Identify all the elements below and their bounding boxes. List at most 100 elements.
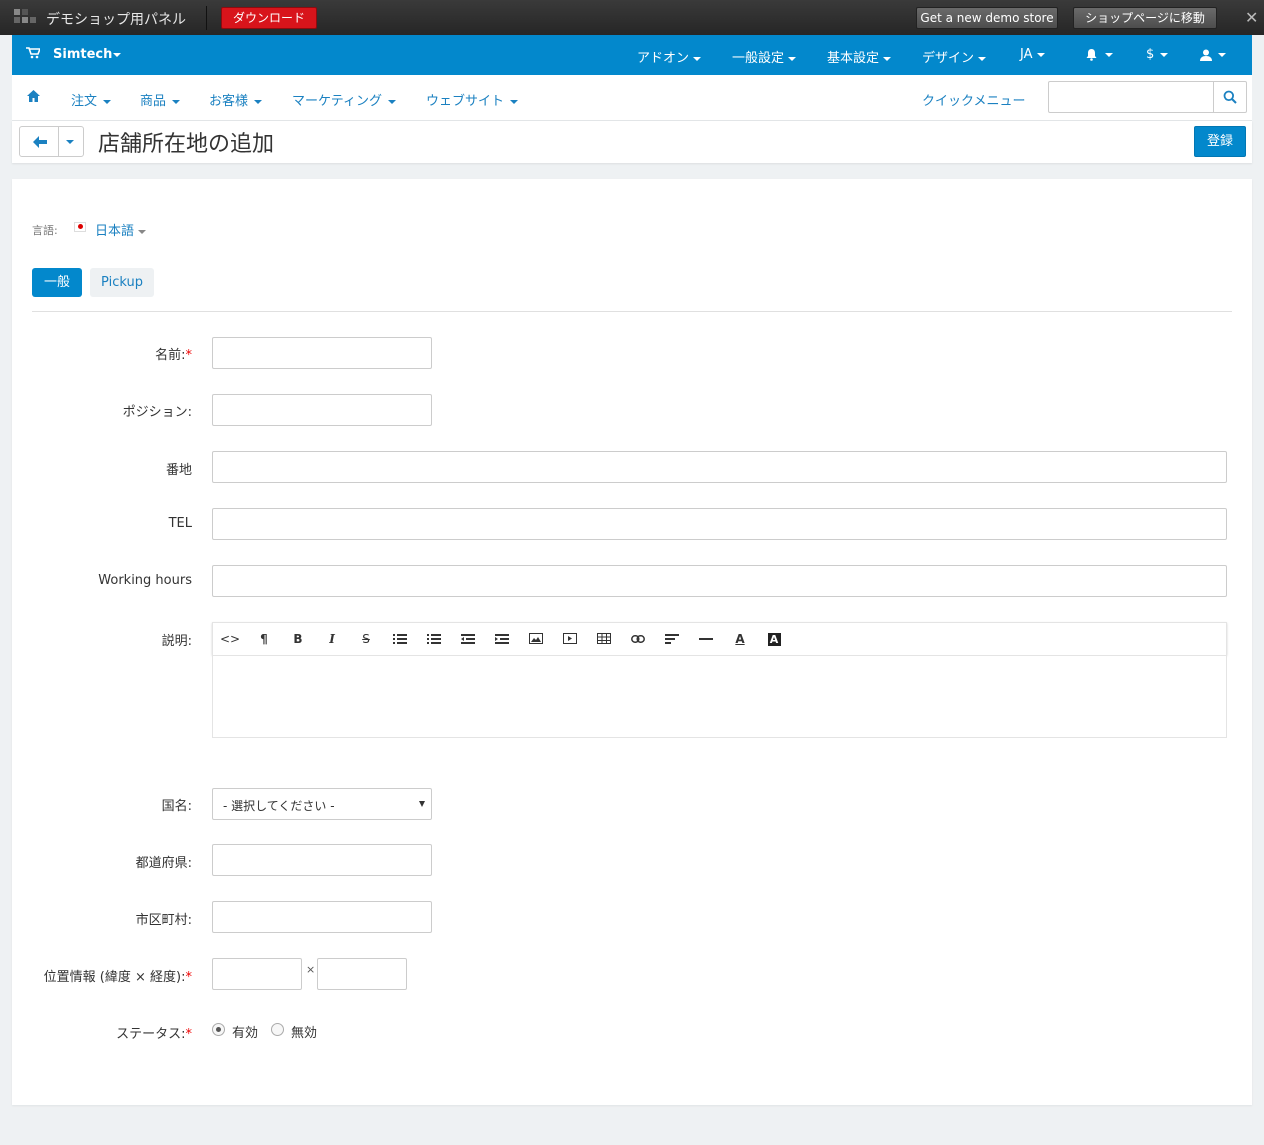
store-name: Simtech	[53, 47, 113, 62]
menu-website[interactable]: ウェブサイト	[426, 90, 519, 109]
goto-storefront-button[interactable]: ショップページに移動	[1073, 7, 1217, 29]
chevron-down-icon	[1218, 52, 1226, 57]
top-nav: Simtech アドオン 一般設定 基本設定 デザイン JA $	[12, 35, 1252, 75]
content-panel: 言語: 日本語 一般 Pickup 名前:* ポジション: 番地 TEL Wor…	[12, 179, 1252, 1105]
position-input[interactable]	[212, 394, 432, 426]
save-button[interactable]: 登録	[1194, 126, 1246, 157]
chevron-down-icon	[387, 99, 396, 104]
working-hours-label: Working hours	[98, 573, 192, 588]
status-active-label[interactable]: 有効	[232, 1022, 258, 1041]
nav-general-settings-label: 一般設定	[732, 51, 785, 66]
status-active-radio[interactable]	[212, 1023, 225, 1036]
italic-icon[interactable]: I	[321, 629, 343, 649]
tel-input[interactable]	[212, 508, 1227, 540]
search-input[interactable]	[1048, 81, 1214, 113]
cscart-logo-icon	[14, 9, 36, 27]
required-mark: *	[185, 1027, 193, 1042]
nav-general-settings[interactable]: 一般設定	[732, 47, 797, 66]
tab-divider	[32, 311, 1232, 312]
state-input[interactable]	[212, 844, 432, 876]
back-dropdown-toggle[interactable]	[58, 126, 84, 157]
cart-icon	[26, 47, 42, 63]
working-hours-input[interactable]	[212, 565, 1227, 597]
align-icon[interactable]	[661, 629, 683, 649]
menu-customers-label: お客様	[209, 94, 249, 109]
nav-addons-label: アドオン	[637, 51, 690, 66]
quick-menu-link[interactable]: クイックメニュー	[922, 90, 1025, 109]
store-switcher[interactable]: Simtech	[53, 47, 122, 62]
description-label: 説明:	[161, 634, 192, 649]
name-input[interactable]	[212, 337, 432, 369]
new-demo-store-button[interactable]: Get a new demo store	[916, 7, 1058, 29]
menu-orders[interactable]: 注文	[71, 90, 112, 109]
home-icon[interactable]	[27, 90, 40, 106]
status-disabled-radio[interactable]	[271, 1023, 284, 1036]
outdent-icon[interactable]	[457, 629, 479, 649]
longitude-input[interactable]	[317, 958, 407, 990]
status-disabled-label[interactable]: 無効	[291, 1022, 317, 1041]
nav-design[interactable]: デザイン	[922, 47, 987, 66]
menu-customers[interactable]: お客様	[209, 90, 263, 109]
bold-icon[interactable]: B	[287, 629, 309, 649]
video-icon[interactable]	[559, 629, 581, 649]
paragraph-icon[interactable]: ¶	[253, 629, 275, 649]
main-menu: 注文 商品 お客様 マーケティング ウェブサイト クイックメニュー	[12, 75, 1252, 121]
chevron-down-icon	[113, 52, 122, 57]
language-value: 日本語	[95, 224, 135, 239]
name-label-text: 名前:	[155, 348, 186, 363]
numbered-list-icon[interactable]	[423, 629, 445, 649]
currency-menu[interactable]: $	[1146, 47, 1169, 62]
required-mark: *	[185, 970, 193, 985]
nav-basic-settings-label: 基本設定	[827, 51, 880, 66]
background-color-icon[interactable]: A	[763, 629, 785, 649]
status-label: ステータス:*	[12, 1023, 192, 1042]
font-color-icon[interactable]: A	[729, 629, 751, 649]
tel-label: TEL	[168, 516, 192, 531]
demo-bar: デモショップ用パネル ダウンロード Get a new demo store シ…	[0, 0, 1264, 35]
country-select-value: - 選択してください -	[223, 799, 335, 813]
latitude-input[interactable]	[212, 958, 302, 990]
link-icon[interactable]	[627, 629, 649, 649]
table-icon[interactable]	[593, 629, 615, 649]
country-select[interactable]: - 選択してください -	[212, 788, 432, 820]
required-mark: *	[185, 348, 193, 363]
nav-language[interactable]: JA	[1020, 47, 1045, 62]
tab-pickup[interactable]: Pickup	[90, 268, 154, 297]
search-button[interactable]	[1213, 81, 1247, 113]
bullet-list-icon[interactable]	[389, 629, 411, 649]
city-input[interactable]	[212, 901, 432, 933]
nav-language-label: JA	[1020, 47, 1033, 62]
description-editor[interactable]	[212, 655, 1227, 738]
notifications-menu[interactable]	[1085, 47, 1113, 62]
currency-symbol: $	[1146, 47, 1155, 62]
location-label-text: 位置情報 (緯度 × 経度):	[43, 970, 186, 985]
background-color-glyph: A	[767, 633, 781, 646]
menu-marketing[interactable]: マーケティング	[292, 90, 396, 109]
indent-icon[interactable]	[491, 629, 513, 649]
page-title: 店舗所在地の追加	[98, 132, 275, 157]
editor-toolbar: <> ¶ B I S A A	[212, 622, 1227, 655]
image-icon[interactable]	[525, 629, 547, 649]
language-selector[interactable]: 日本語	[95, 220, 147, 239]
address-input[interactable]	[212, 451, 1227, 483]
back-button[interactable]	[19, 126, 59, 157]
bell-icon	[1086, 49, 1097, 61]
name-label: 名前:*	[12, 344, 192, 363]
nav-basic-settings[interactable]: 基本設定	[827, 47, 892, 66]
strikethrough-icon[interactable]: S	[355, 629, 377, 649]
user-menu[interactable]	[1200, 47, 1226, 62]
chevron-down-icon	[1036, 52, 1045, 57]
city-label: 市区町村:	[135, 913, 192, 928]
menu-products-label: 商品	[140, 94, 167, 109]
search-icon	[1223, 90, 1237, 104]
status-label-text: ステータス:	[116, 1027, 186, 1042]
nav-addons[interactable]: アドオン	[637, 47, 702, 66]
tab-general[interactable]: 一般	[32, 268, 82, 297]
download-button[interactable]: ダウンロード	[221, 7, 317, 29]
close-icon[interactable]: ✕	[1245, 8, 1258, 27]
menu-products[interactable]: 商品	[140, 90, 181, 109]
code-view-icon[interactable]: <>	[219, 629, 241, 649]
menu-marketing-label: マーケティング	[292, 94, 382, 109]
horizontal-rule-icon[interactable]	[695, 629, 717, 649]
nav-design-label: デザイン	[922, 51, 975, 66]
